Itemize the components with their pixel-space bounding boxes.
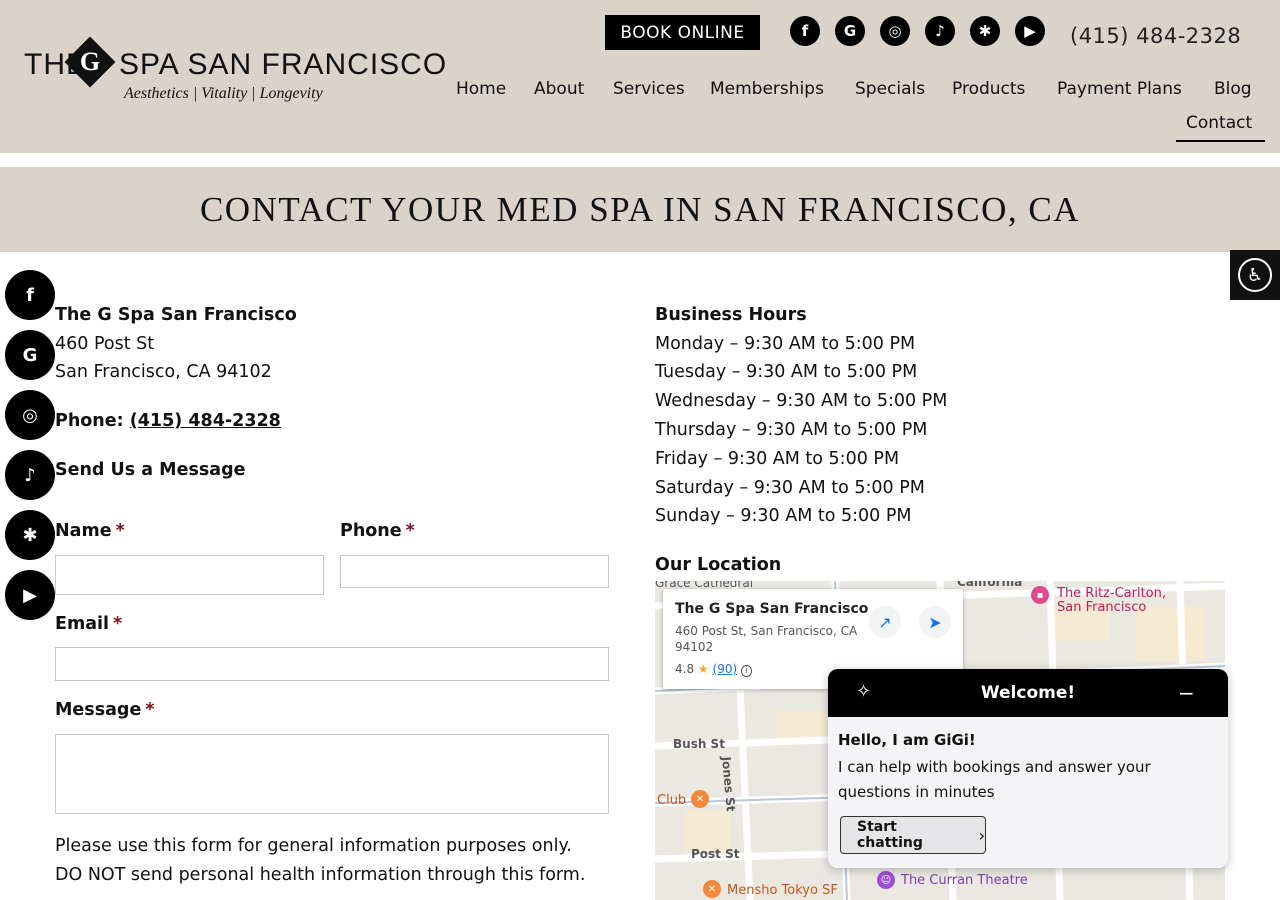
email-label: Email * [55,614,123,634]
start-chatting-button[interactable]: Start chatting › [840,816,986,854]
tiktok-icon[interactable]: ♪ [5,450,55,500]
yelp-icon[interactable]: ✱ [5,510,55,560]
required-mark: * [113,614,123,634]
phone-input[interactable] [340,555,609,588]
address-line-1: 460 Post St [55,334,155,354]
chat-title: Welcome! [980,683,1076,703]
map-label-curran: The Curran Theatre [901,873,1028,888]
form-notice-line-1: Please use this form for general informa… [55,836,572,856]
chat-header: ✧ Welcome! − [828,669,1228,717]
name-input[interactable] [55,555,324,595]
chevron-right-icon: › [978,825,985,845]
required-mark: * [145,700,155,720]
hours-sunday: Sunday – 9:30 AM to 5:00 PM [655,506,912,526]
directions-icon[interactable]: ➤ [919,606,951,638]
business-name: The G Spa San Francisco [55,305,297,325]
google-icon[interactable]: G [835,16,865,46]
restaurant-pin-icon[interactable]: ✕ [703,880,721,898]
info-icon: i [740,665,752,677]
address-line-2: San Francisco, CA 94102 [55,362,272,382]
facebook-icon[interactable]: f [5,270,55,320]
form-heading: Send Us a Message [55,460,246,480]
youtube-icon[interactable]: ▶ [1015,16,1045,46]
hours-wednesday: Wednesday – 9:30 AM to 5:00 PM [655,391,948,411]
site-logo[interactable]: THE G SPA SAN FRANCISCO Aesthetics | Vit… [24,36,446,106]
book-online-button[interactable]: BOOK ONLINE [605,15,760,50]
nav-active-indicator [1176,140,1265,142]
instagram-icon[interactable]: ◎ [5,390,55,440]
phone-field-label: Phone * [340,521,415,541]
nav-about[interactable]: About [534,79,584,99]
required-mark: * [115,521,125,541]
message-textarea[interactable] [55,734,609,814]
map-card-reviews-link[interactable]: (90) [713,662,738,676]
location-heading: Our Location [655,555,782,575]
phone-label: Phone: [55,411,124,431]
message-label: Message * [55,700,155,720]
map-card-address: 460 Post St, San Francisco, CA 94102 [675,624,858,654]
hours-thursday: Thursday – 9:30 AM to 5:00 PM [655,420,928,440]
map-label-post: Post St [691,847,740,861]
map-label-bush: Bush St [673,737,725,751]
nav-blog[interactable]: Blog [1214,79,1252,99]
theatre-pin-icon[interactable]: ☺ [877,871,895,889]
nav-memberships[interactable]: Memberships [710,79,824,99]
nav-specials[interactable]: Specials [855,79,925,99]
name-label: Name * [55,521,125,541]
nav-products[interactable]: Products [952,79,1025,99]
hours-friday: Friday – 9:30 AM to 5:00 PM [655,449,900,469]
tiktok-icon[interactable]: ♪ [925,16,955,46]
instagram-icon[interactable]: ◎ [880,16,910,46]
logo-text-name: SPA SAN FRANCISCO [119,48,448,81]
map-card-rating: 4.8 ★ (90) i [675,662,752,677]
logo-g-diamond: G [64,36,116,88]
open-external-icon[interactable]: ↗ [869,606,901,638]
email-input[interactable] [55,647,609,681]
chat-greeting: Hello, I am GiGi! [838,731,976,749]
accessibility-icon: ♿ [1238,258,1272,292]
nav-home[interactable]: Home [456,79,506,99]
google-icon[interactable]: G [5,330,55,380]
star-icon: ★ [697,662,709,676]
nav-contact[interactable]: Contact [1186,113,1252,133]
phone-row: Phone: (415) 484-2328 [55,411,281,431]
header-phone-link[interactable]: (415) 484-2328 [1070,24,1241,48]
hours-heading: Business Hours [655,305,807,325]
hours-tuesday: Tuesday – 9:30 AM to 5:00 PM [655,362,918,382]
map-label-ritz-2: San Francisco [1057,600,1147,615]
site-header: THE G SPA SAN FRANCISCO Aesthetics | Vit… [0,0,1280,153]
restaurant-pin-icon[interactable]: ✕ [691,790,709,808]
hotel-pin-icon[interactable]: ▪ [1031,586,1049,604]
chat-widget: ✧ Welcome! − Hello, I am GiGi! I can hel… [828,669,1228,868]
page-title: CONTACT YOUR MED SPA IN SAN FRANCISCO, C… [199,189,1081,229]
facebook-icon[interactable]: f [790,16,820,46]
hours-monday: Monday – 9:30 AM to 5:00 PM [655,334,916,354]
required-mark: * [405,521,415,541]
accessibility-button[interactable]: ♿ [1230,250,1280,300]
map-label-mensho: Mensho Tokyo SF [727,883,838,898]
form-notice-line-2: DO NOT send personal health information … [55,865,586,885]
chat-message: I can help with bookings and answer your… [838,758,1151,801]
page-banner: CONTACT YOUR MED SPA IN SAN FRANCISCO, C… [0,167,1280,252]
map-label-ritz-1: The Ritz-Carlton, [1057,586,1166,601]
yelp-icon[interactable]: ✱ [970,16,1000,46]
nav-services[interactable]: Services [613,79,685,99]
map-label-club: Club [657,793,687,808]
map-label-california: California [957,581,1023,589]
hours-saturday: Saturday – 9:30 AM to 5:00 PM [655,478,925,498]
logo-tagline: Aesthetics | Vitality | Longevity [124,85,323,102]
phone-link[interactable]: (415) 484-2328 [130,411,281,431]
map-card-title: The G Spa San Francisco [675,601,869,617]
nav-payment-plans[interactable]: Payment Plans [1057,79,1182,99]
minimize-icon[interactable]: − [1178,681,1195,705]
youtube-icon[interactable]: ▶ [5,570,55,620]
